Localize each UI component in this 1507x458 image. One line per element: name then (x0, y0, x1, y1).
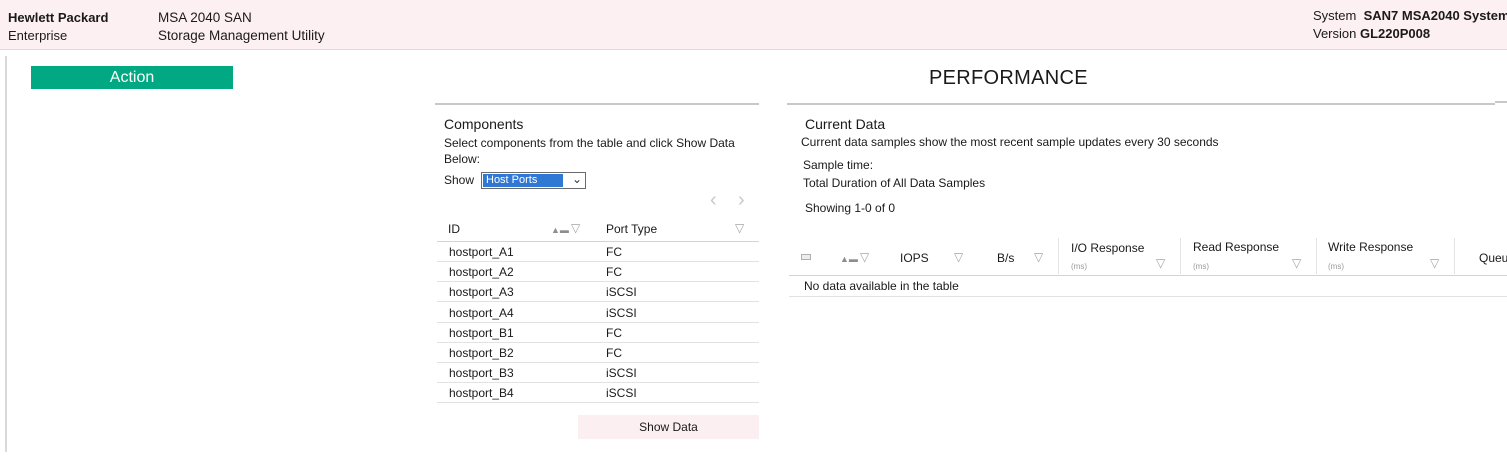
port-id-cell: hostport_B4 (449, 386, 514, 401)
column-separator (1180, 238, 1181, 274)
port-id-cell: hostport_B1 (449, 325, 514, 340)
table-row[interactable]: hostport_A4 iSCSI (437, 303, 759, 323)
filter-icon[interactable]: ▽ (1034, 250, 1043, 264)
filter-icon[interactable]: ▽ (1430, 256, 1439, 270)
read-response-unit: (ms) (1193, 262, 1209, 271)
page-title: PERFORMANCE (929, 67, 1088, 89)
column-header-queue[interactable]: Queu (1479, 251, 1507, 265)
port-id-cell: hostport_B2 (449, 346, 514, 360)
column-separator (1058, 238, 1059, 274)
table-row[interactable]: hostport_A3 iSCSI (437, 282, 759, 303)
current-data-title: Current Data (805, 116, 886, 132)
current-data-description: Current data samples show the most recen… (801, 135, 1219, 149)
sort-icon[interactable]: ▲▬ (840, 254, 858, 264)
column-chooser-icon[interactable] (801, 254, 811, 260)
empty-table-message: No data available in the table (804, 279, 959, 293)
port-type-cell: FC (606, 245, 622, 259)
column-header-io-response[interactable]: I/O Response (1071, 241, 1144, 255)
system-info: System SAN7 MSA2040 System Version GL220… (1313, 7, 1507, 43)
table-row[interactable]: hostport_B3 iSCSI (437, 363, 759, 384)
brand-line-2: Enterprise (8, 28, 68, 43)
table-row[interactable]: hostport_B2 FC (437, 343, 759, 363)
port-id-cell: hostport_B3 (449, 366, 514, 381)
column-separator (1454, 238, 1455, 274)
sample-time-label: Sample time: (803, 158, 874, 172)
product-name: MSA 2040 SAN Storage Management Utility (158, 9, 325, 45)
filter-icon[interactable]: ▽ (1156, 256, 1165, 270)
show-label: Show (444, 173, 475, 187)
table-header-divider (789, 275, 1507, 276)
product-line-2: Storage Management Utility (158, 28, 325, 43)
show-selected-value: Host Ports (483, 174, 563, 187)
app-header: Hewlett Packard Enterprise MSA 2040 SAN … (0, 0, 1507, 50)
current-data-divider (787, 103, 1495, 105)
port-id-cell: hostport_A1 (449, 245, 514, 259)
filter-icon[interactable]: ▽ (954, 250, 963, 264)
table-row[interactable]: hostport_A1 FC (437, 242, 759, 262)
column-separator (1316, 238, 1317, 274)
current-data-divider-end (1495, 101, 1507, 103)
port-id-cell: hostport_A2 (449, 265, 514, 280)
column-header-iops[interactable]: IOPS (900, 251, 929, 265)
system-label: System (1313, 8, 1357, 23)
column-header-port-type[interactable]: Port Type (606, 222, 657, 236)
port-type-cell: iSCSI (606, 386, 637, 401)
table-row[interactable]: hostport_A2 FC (437, 262, 759, 283)
components-title: Components (444, 116, 524, 132)
hpe-logo: Hewlett Packard Enterprise (8, 9, 108, 45)
action-button[interactable]: Action (31, 66, 233, 89)
showing-count: Showing 1-0 of 0 (805, 201, 896, 215)
column-header-bps[interactable]: B/s (997, 251, 1014, 265)
filter-icon[interactable]: ▽ (735, 221, 744, 235)
port-type-cell: FC (606, 325, 622, 340)
version-value: GL220P008 (1360, 26, 1431, 41)
filter-icon[interactable]: ▽ (1292, 256, 1301, 270)
port-type-cell: iSCSI (606, 285, 637, 300)
column-header-id[interactable]: ID (448, 222, 460, 236)
components-description: Select components from the table and cli… (444, 136, 735, 166)
chevron-down-icon: ⌄ (571, 172, 582, 186)
system-value: SAN7 MSA2040 System (1363, 8, 1507, 23)
write-response-unit: (ms) (1328, 262, 1344, 271)
port-type-cell: FC (606, 265, 622, 280)
column-header-read-response[interactable]: Read Response (1193, 240, 1279, 254)
chevron-right-icon[interactable]: › (738, 189, 745, 212)
filter-icon[interactable]: ▽ (860, 250, 869, 264)
port-id-cell: hostport_A3 (449, 285, 514, 300)
port-type-cell: iSCSI (606, 366, 637, 381)
port-id-cell: hostport_A4 (449, 305, 514, 320)
total-duration-label: Total Duration of All Data Samples (803, 176, 986, 190)
io-response-unit: (ms) (1071, 262, 1087, 271)
table-row[interactable]: hostport_B1 FC (437, 323, 759, 343)
filter-icon[interactable]: ▽ (571, 221, 580, 235)
show-select[interactable]: Host Ports ⌄ (481, 172, 586, 189)
port-type-cell: FC (606, 346, 622, 360)
table-row-divider (789, 296, 1507, 297)
left-divider (5, 56, 7, 452)
components-divider (435, 103, 759, 105)
version-label: Version (1313, 26, 1357, 41)
sort-icon[interactable]: ▲▬ (551, 225, 569, 235)
brand-line-1: Hewlett Packard (8, 10, 109, 25)
show-data-button[interactable]: Show Data (578, 415, 759, 439)
column-header-write-response[interactable]: Write Response (1328, 240, 1413, 254)
table-row[interactable]: hostport_B4 iSCSI (437, 383, 759, 404)
chevron-left-icon[interactable]: ‹ (710, 189, 717, 212)
port-type-cell: iSCSI (606, 305, 637, 320)
product-line-1: MSA 2040 SAN (158, 10, 252, 25)
